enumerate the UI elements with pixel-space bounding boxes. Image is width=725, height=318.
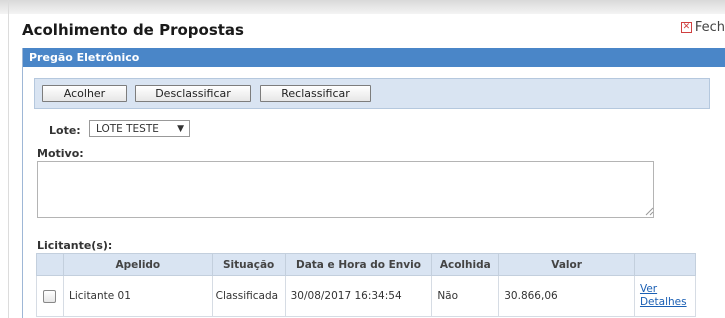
lote-label: Lote: [49,124,81,137]
pregao-panel: Pregão Eletrônico Acolher Desclassificar… [22,48,725,318]
acolher-button[interactable]: Acolher [42,85,127,102]
cell-acolhida: Não [431,275,500,317]
action-toolbar: Acolher Desclassificar Reclassificar [34,78,710,109]
header-situacao: Situação [211,253,286,276]
header-valor: Valor [498,253,635,276]
licitantes-table: Apelido Situação Data e Hora do Envio Ac… [36,253,697,317]
lote-selected-value[interactable]: LOTE TESTE [96,123,159,135]
link-line-2[interactable]: Detalhes [640,296,687,308]
close-label[interactable]: Fech [695,20,725,35]
motivo-label: Motivo: [37,147,84,160]
cell-data-hora: 30/08/2017 16:34:54 [284,275,433,317]
window-top-shade [0,0,725,14]
header-apelido: Apelido [62,253,213,276]
header-data-hora: Data e Hora do Envio [284,253,433,276]
licitantes-label: Licitante(s): [37,239,113,252]
cell-valor: 30.866,06 [498,275,635,317]
desclassificar-button[interactable]: Desclassificar [135,85,251,102]
header-select [36,253,64,276]
header-acolhida: Acolhida [431,253,500,276]
cell-actions: Ver Detalhes [633,275,697,317]
link-line-1[interactable]: Ver [640,283,657,295]
close-icon[interactable]: ✕ [680,22,692,33]
resize-grip-icon[interactable] [645,207,654,216]
page-title: Acolhimento de Propostas [22,21,244,39]
lote-select[interactable]: LOTE TESTE ▼ [89,120,190,137]
dropdown-arrow-icon[interactable]: ▼ [177,121,184,138]
header-actions [633,253,697,276]
table-row: Licitante 01 Classificada 30/08/2017 16:… [36,275,697,317]
row-checkbox[interactable] [43,289,57,303]
close-button[interactable]: ✕ Fech [680,20,725,35]
cell-apelido: Licitante 01 [62,275,213,317]
left-divider [8,0,9,318]
motivo-textarea[interactable] [37,161,654,218]
table-header-row: Apelido Situação Data e Hora do Envio Ac… [36,253,697,276]
panel-header: Pregão Eletrônico [23,48,725,67]
row-select-cell [36,275,64,317]
cell-situacao: Classificada [211,275,286,317]
reclassificar-button[interactable]: Reclassificar [260,85,371,102]
ver-detalhes-link[interactable]: Ver Detalhes [640,283,687,309]
